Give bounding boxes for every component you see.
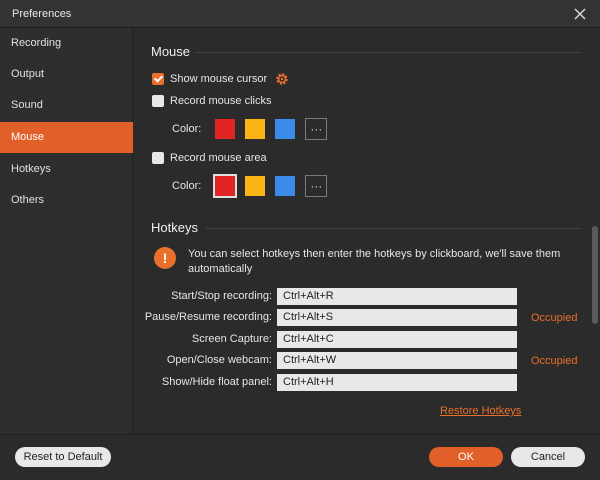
sidebar-item-recording[interactable]: Recording (0, 28, 133, 59)
footer-bar: Reset to Default OK Cancel (0, 434, 600, 480)
gear-icon[interactable] (275, 72, 289, 86)
show-cursor-row[interactable]: Show mouse cursor (152, 72, 289, 86)
color-swatch-red[interactable] (213, 174, 238, 198)
record-area-row[interactable]: Record mouse area (152, 151, 267, 165)
section-divider (206, 228, 580, 229)
click-color-row: Color: ··· (172, 118, 328, 140)
sidebar-item-sound[interactable]: Sound (0, 90, 133, 121)
sidebar: Recording Output Sound Mouse Hotkeys Oth… (0, 28, 133, 434)
cancel-button[interactable]: Cancel (511, 447, 585, 467)
scrollbar[interactable] (590, 28, 600, 434)
record-clicks-checkbox[interactable] (152, 95, 164, 107)
color-swatch-yellow[interactable] (245, 119, 266, 139)
restore-hotkeys-link[interactable]: Restore Hotkeys (440, 405, 521, 417)
record-clicks-label: Record mouse clicks (170, 95, 272, 107)
sidebar-item-others[interactable]: Others (0, 185, 133, 216)
hotkey-input-webcam[interactable] (277, 352, 517, 369)
color-label: Color: (172, 180, 202, 192)
show-cursor-checkbox[interactable] (152, 73, 164, 85)
title-bar: Preferences (0, 0, 600, 28)
show-cursor-label: Show mouse cursor (170, 73, 268, 85)
color-swatch-yellow[interactable] (245, 176, 266, 196)
info-icon: ! (154, 247, 176, 269)
hotkey-input-pause-resume[interactable] (277, 309, 517, 326)
window-title: Preferences (12, 8, 72, 20)
more-colors-button[interactable]: ··· (305, 118, 328, 140)
occupied-status: Occupied (531, 355, 578, 367)
occupied-status: Occupied (531, 312, 578, 324)
hotkey-input-start-stop[interactable] (277, 288, 517, 305)
hotkey-label-float-panel: Show/Hide float panel: (161, 376, 272, 388)
sidebar-item-hotkeys[interactable]: Hotkeys (0, 154, 133, 185)
hotkey-label-pause-resume: Pause/Resume recording: (144, 311, 272, 323)
record-area-checkbox[interactable] (152, 152, 164, 164)
hotkey-label-screen-capture: Screen Capture: (191, 333, 272, 345)
color-label: Color: (172, 123, 202, 135)
color-swatch-blue[interactable] (275, 176, 296, 196)
section-divider (196, 52, 580, 53)
area-color-row: Color: ··· (172, 174, 328, 198)
reset-to-default-button[interactable]: Reset to Default (15, 447, 111, 467)
record-area-label: Record mouse area (170, 152, 267, 164)
settings-panel: Mouse Show mouse cursor Record mouse cli… (134, 28, 590, 434)
sidebar-item-output[interactable]: Output (0, 59, 133, 90)
hotkeys-info-text: You can select hotkeys then enter the ho… (188, 248, 561, 275)
sidebar-item-mouse[interactable]: Mouse (0, 122, 133, 153)
ok-button[interactable]: OK (429, 447, 503, 467)
record-clicks-row[interactable]: Record mouse clicks (152, 94, 271, 108)
hotkey-input-float-panel[interactable] (277, 374, 517, 391)
hotkeys-section-title: Hotkeys (151, 220, 198, 235)
scrollbar-thumb[interactable] (592, 226, 598, 324)
color-swatch-blue[interactable] (275, 119, 296, 139)
hotkey-label-webcam: Open/Close webcam: (166, 354, 272, 366)
more-colors-button[interactable]: ··· (305, 175, 328, 197)
hotkey-input-screen-capture[interactable] (277, 331, 517, 348)
close-icon[interactable] (572, 6, 588, 22)
hotkey-label-start-stop: Start/Stop recording: (171, 290, 272, 302)
mouse-section-title: Mouse (151, 44, 191, 59)
color-swatch-red[interactable] (215, 119, 236, 139)
